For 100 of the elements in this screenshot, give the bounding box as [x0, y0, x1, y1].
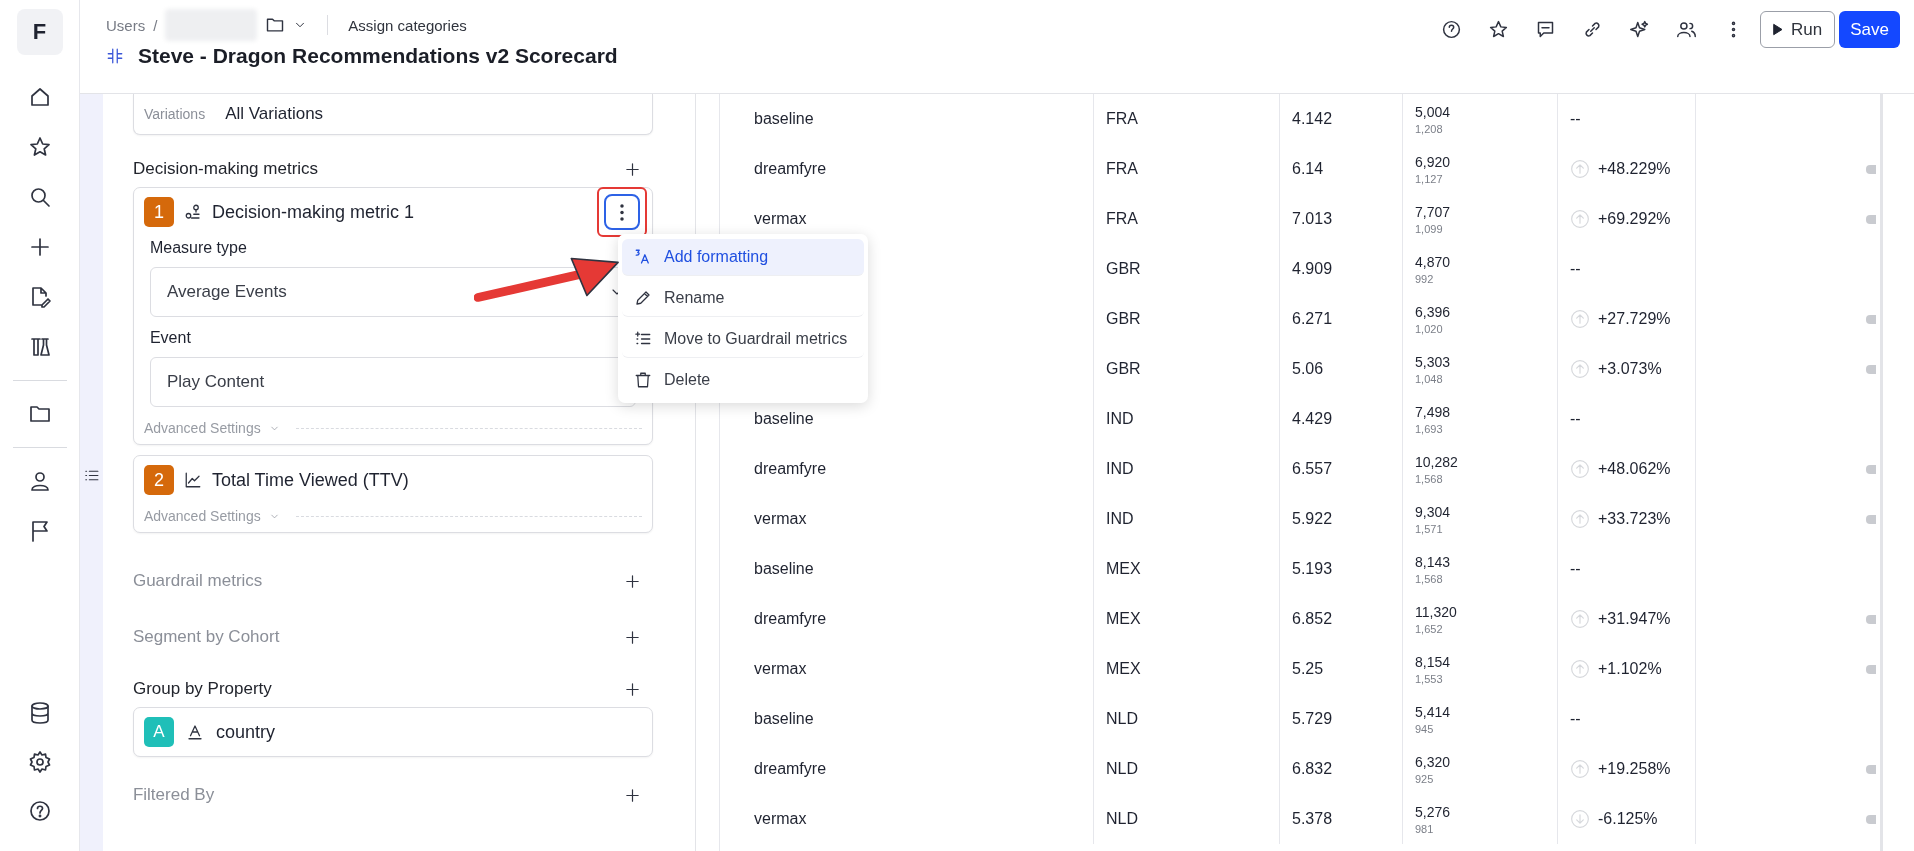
count-cell: 6,396: [1415, 303, 1451, 320]
property-type-badge: A: [143, 717, 174, 747]
users-icon[interactable]: [1676, 19, 1698, 40]
count-cell: 5,004: [1415, 103, 1451, 120]
variant-cell: baseline: [754, 560, 814, 578]
run-button[interactable]: Run: [1760, 11, 1836, 48]
star-icon[interactable]: [27, 135, 52, 159]
bar-stub: [1866, 514, 1876, 524]
more-button[interactable]: [604, 194, 640, 230]
sample-size: 981: [1415, 822, 1434, 835]
count-cell: 5,414: [1415, 703, 1451, 720]
count-cell: 8,143: [1415, 553, 1451, 570]
change-cell: +48.062%: [1598, 460, 1671, 478]
metric-name: Total Time Viewed (TTV): [211, 469, 409, 491]
add-icon[interactable]: [624, 786, 641, 804]
text-type-icon: [185, 723, 204, 741]
count-cell: 11,320: [1415, 603, 1457, 620]
country-cell: NLD: [1106, 710, 1138, 728]
variations-field[interactable]: Variations All Variations: [132, 94, 653, 135]
arrow-up-icon: [1570, 359, 1590, 379]
breadcrumb-link[interactable]: Users: [106, 16, 146, 34]
change-cell: +19.258%: [1598, 760, 1671, 778]
arrow-up-icon: [1570, 759, 1590, 779]
sparkle-icon[interactable]: [1629, 19, 1651, 40]
variant-cell: dreamfyre: [754, 760, 827, 778]
value-cell: 6.271: [1292, 310, 1333, 328]
variant-cell: dreamfyre: [754, 160, 827, 178]
menu-item[interactable]: Rename: [622, 280, 864, 317]
scorecard-icon: [106, 47, 124, 65]
more-icon: [620, 203, 624, 221]
variant-cell: baseline: [754, 710, 814, 728]
value-cell: 4.429: [1292, 410, 1333, 428]
count-cell: 5,276: [1415, 803, 1451, 820]
sample-size: 945: [1415, 722, 1434, 735]
value-cell: 5.06: [1292, 360, 1324, 378]
country-cell: FRA: [1106, 210, 1138, 228]
country-cell: GBR: [1106, 310, 1141, 328]
value-cell: 6.557: [1292, 460, 1333, 478]
arrow-down-icon: [1570, 809, 1590, 829]
help-icon[interactable]: [1441, 19, 1463, 40]
arrow-up-icon: [1570, 659, 1590, 679]
value-cell: 6.14: [1292, 160, 1324, 178]
section-title: Segment by Cohort: [132, 627, 280, 647]
value-cell: 5.378: [1292, 810, 1333, 828]
folder-icon[interactable]: [265, 15, 286, 35]
change-cell: +31.947%: [1598, 610, 1671, 628]
country-cell: GBR: [1106, 260, 1141, 278]
sample-size: 1,553: [1415, 672, 1443, 685]
country-cell: FRA: [1106, 110, 1138, 128]
property-card[interactable]: A country: [132, 707, 653, 757]
menu-item[interactable]: Add formatting: [622, 239, 864, 276]
sample-size: 1,568: [1415, 472, 1443, 485]
change-cell: +1.102%: [1598, 660, 1662, 678]
assign-categories-link[interactable]: Assign categories: [348, 16, 467, 34]
value-cell: 4.142: [1292, 110, 1333, 128]
trash-icon: [634, 371, 652, 389]
count-cell: 7,707: [1415, 203, 1451, 220]
sample-size: 1,099: [1415, 222, 1443, 235]
add-icon[interactable]: [624, 628, 641, 646]
change-cell: +69.292%: [1598, 210, 1671, 228]
variant-cell: vermax: [754, 810, 807, 828]
pencil-icon: [634, 289, 652, 307]
country-cell: NLD: [1106, 760, 1138, 778]
sample-size: 992: [1415, 272, 1434, 285]
change-cell: --: [1570, 560, 1581, 578]
app-logo[interactable]: F: [16, 9, 63, 55]
save-button[interactable]: Save: [1839, 11, 1900, 48]
bar-stub: [1866, 314, 1876, 324]
settings-icon[interactable]: [27, 750, 52, 774]
sample-size: 1,568: [1415, 572, 1443, 585]
value-cell: 6.852: [1292, 610, 1333, 628]
star-icon[interactable]: [1488, 19, 1510, 40]
arrow-up-icon: [1570, 459, 1590, 479]
sample-size: 1,020: [1415, 322, 1443, 335]
country-cell: GBR: [1106, 360, 1141, 378]
change-cell: --: [1570, 260, 1581, 278]
sample-size: 1,693: [1415, 422, 1443, 435]
change-cell: --: [1570, 710, 1581, 728]
event-icon: [183, 203, 202, 221]
variant-cell: vermax: [754, 510, 807, 528]
country-cell: MEX: [1106, 560, 1141, 578]
change-cell: +3.073%: [1598, 360, 1662, 378]
count-cell: 4,870: [1415, 253, 1451, 270]
bar-stub: [1866, 164, 1876, 174]
bar-stub: [1866, 814, 1876, 824]
field-label: Event: [149, 329, 192, 347]
add-icon[interactable]: [624, 160, 641, 178]
count-cell: 8,154: [1415, 653, 1451, 670]
bar-stub: [1866, 664, 1876, 674]
count-cell: 7,498: [1415, 403, 1451, 420]
metric-name: Decision-making metric 1: [211, 201, 414, 223]
help-icon[interactable]: [27, 799, 52, 823]
add-icon[interactable]: [624, 680, 641, 698]
add-icon[interactable]: [624, 572, 641, 590]
value-cell: 5.25: [1292, 660, 1324, 678]
bar-stub: [1866, 364, 1876, 374]
country-cell: FRA: [1106, 160, 1138, 178]
country-cell: IND: [1106, 460, 1134, 478]
menu-item[interactable]: Move to Guardrail metrics: [622, 321, 864, 358]
sample-size: 1,208: [1415, 122, 1443, 135]
